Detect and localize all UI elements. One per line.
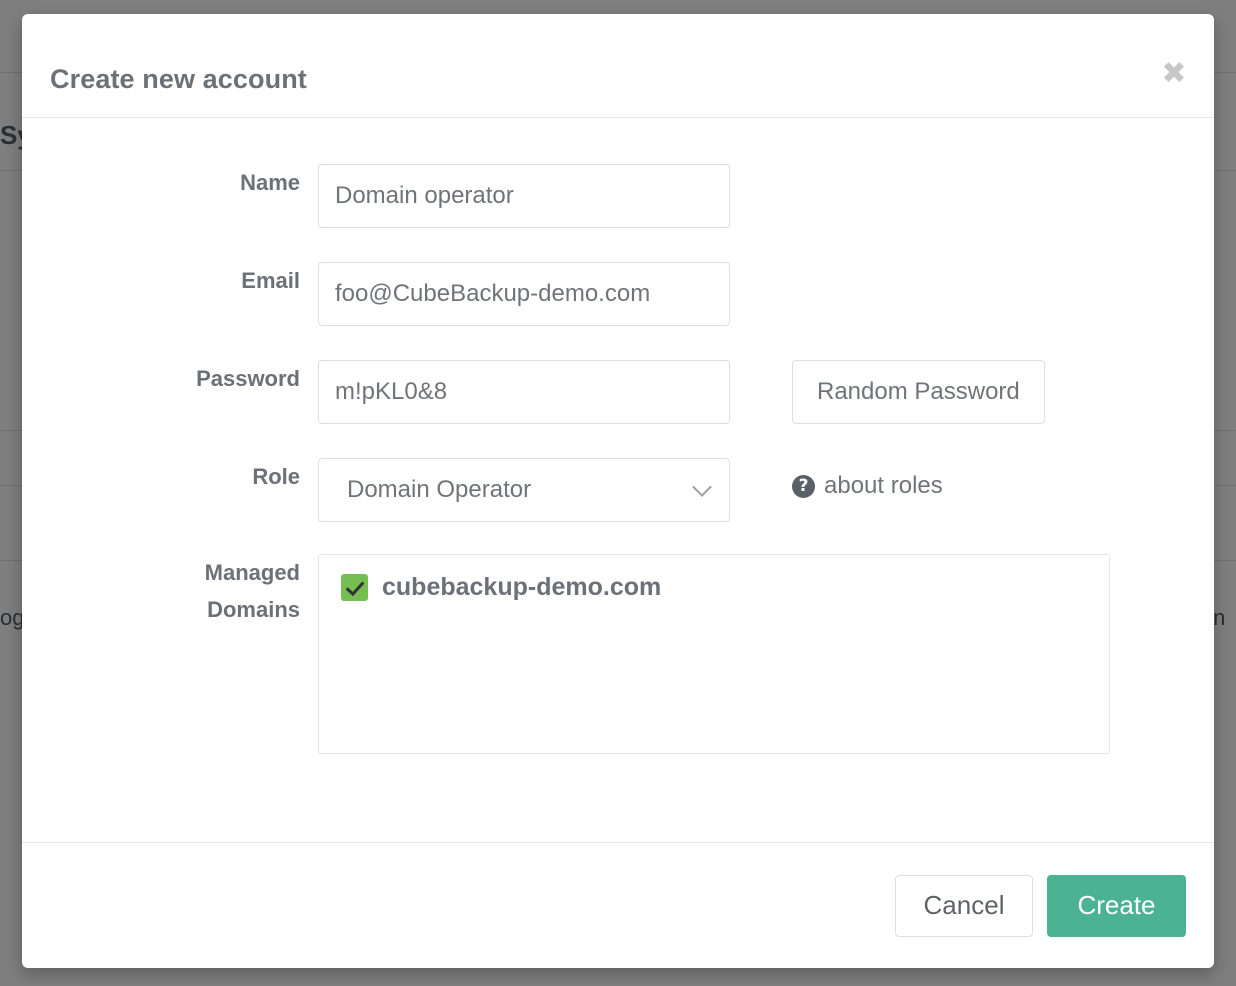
form-row-email: Email: [22, 262, 1214, 326]
managed-domains-label: Managed Domains: [22, 554, 318, 628]
modal-body: Name Email Password Random Password Role: [22, 118, 1214, 842]
form-row-name: Name: [22, 164, 1214, 228]
question-mark-icon: ?: [792, 475, 815, 498]
password-input[interactable]: [318, 360, 730, 424]
role-select-wrap: Domain Operator: [318, 458, 730, 522]
form-row-managed-domains: Managed Domains cubebackup-demo.com: [22, 554, 1214, 754]
modal-header: Create new account ✖: [22, 14, 1214, 118]
email-field-area: [318, 262, 1214, 326]
form-row-password: Password Random Password: [22, 360, 1214, 424]
close-icon[interactable]: ✖: [1156, 56, 1192, 92]
password-label: Password: [22, 360, 318, 397]
about-roles-link[interactable]: ? about roles: [792, 472, 943, 500]
random-password-button[interactable]: Random Password: [792, 360, 1045, 424]
email-label: Email: [22, 262, 318, 299]
role-label: Role: [22, 458, 318, 495]
about-roles-label: about roles: [824, 472, 943, 500]
create-button[interactable]: Create: [1047, 875, 1186, 937]
email-input[interactable]: [318, 262, 730, 326]
role-field-area: Domain Operator ? about roles: [318, 458, 1214, 522]
name-label: Name: [22, 164, 318, 201]
list-item[interactable]: cubebackup-demo.com: [341, 573, 1109, 602]
password-field-area: Random Password: [318, 360, 1214, 424]
cancel-button[interactable]: Cancel: [895, 875, 1033, 937]
modal-footer: Cancel Create: [22, 842, 1214, 968]
managed-domains-field-area: cubebackup-demo.com: [318, 554, 1214, 754]
create-account-modal: Create new account ✖ Name Email Password…: [22, 14, 1214, 968]
form-row-role: Role Domain Operator ? about roles: [22, 458, 1214, 522]
domain-checkbox[interactable]: [341, 574, 368, 601]
domain-name-label: cubebackup-demo.com: [382, 573, 661, 602]
role-select[interactable]: Domain Operator: [318, 458, 730, 522]
managed-domains-list: cubebackup-demo.com: [318, 554, 1110, 754]
page-title: Create new account: [50, 64, 307, 95]
name-field-area: [318, 164, 1214, 228]
managed-domains-label-line2: Domains: [22, 591, 300, 628]
name-input[interactable]: [318, 164, 730, 228]
managed-domains-label-line1: Managed: [22, 554, 300, 591]
